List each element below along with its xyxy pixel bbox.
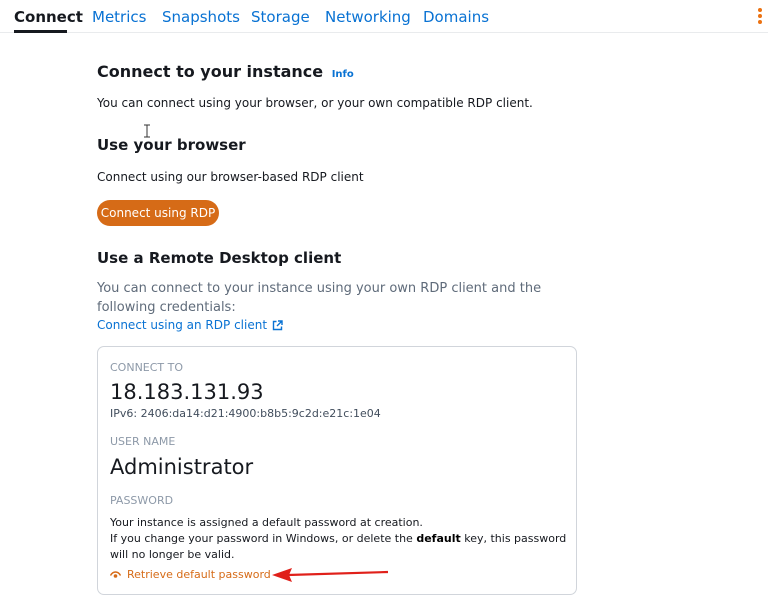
connect-intro: You can connect using your browser, or y… [97, 96, 533, 110]
tab-metrics[interactable]: Metrics [92, 8, 146, 26]
connect-to-label: CONNECT TO [110, 361, 184, 374]
tab-connect[interactable]: Connect [14, 8, 83, 26]
browser-heading: Use your browser [97, 136, 246, 154]
credentials-card: CONNECT TO 18.183.131.93 IPv6: 2406:da14… [97, 346, 577, 595]
active-tab-indicator [14, 30, 67, 33]
connect-using-rdp-button[interactable]: Connect using RDP [97, 200, 219, 226]
page-title: Connect to your instance Info [97, 62, 354, 81]
rdp-client-description: You can connect to your instance using y… [97, 281, 542, 315]
rdp-client-heading: Use a Remote Desktop client [97, 249, 342, 267]
password-description: Your instance is assigned a default pass… [110, 515, 570, 563]
info-link[interactable]: Info [332, 69, 354, 80]
ipv6-address: IPv6: 2406:da14:d21:4900:b8b5:9c2d:e21c:… [110, 407, 381, 420]
browser-text: Connect using our browser-based RDP clie… [97, 170, 364, 184]
retrieve-default-password-label[interactable]: Retrieve default password [127, 568, 271, 581]
ip-address: 18.183.131.93 [110, 380, 264, 404]
password-line-1: Your instance is assigned a default pass… [110, 516, 423, 529]
annotation-arrow-icon [272, 568, 389, 582]
rdp-client-link-label[interactable]: Connect using an RDP client [97, 318, 267, 332]
tab-bar: Connect Metrics Snapshots Storage Networ… [0, 0, 768, 33]
password-line-2-start: If you change your password in Windows, … [110, 532, 417, 545]
retrieve-default-password-link[interactable]: Retrieve default password [110, 568, 271, 581]
rdp-client-link[interactable]: Connect using an RDP client [97, 318, 283, 332]
tab-storage[interactable]: Storage [251, 8, 310, 26]
tab-domains[interactable]: Domains [423, 8, 489, 26]
external-link-icon [272, 319, 283, 330]
more-actions-icon[interactable] [757, 8, 763, 26]
connect-title: Connect to your instance [97, 62, 324, 81]
username-label: USER NAME [110, 435, 176, 448]
password-label: PASSWORD [110, 494, 174, 507]
tab-networking[interactable]: Networking [325, 8, 411, 26]
default-key-word: default [416, 532, 461, 545]
username-value: Administrator [110, 455, 254, 479]
text-cursor-icon [144, 124, 150, 138]
tab-snapshots[interactable]: Snapshots [162, 8, 240, 26]
eye-icon [110, 570, 121, 578]
password-line-2: If you change your password in Windows, … [110, 531, 570, 563]
